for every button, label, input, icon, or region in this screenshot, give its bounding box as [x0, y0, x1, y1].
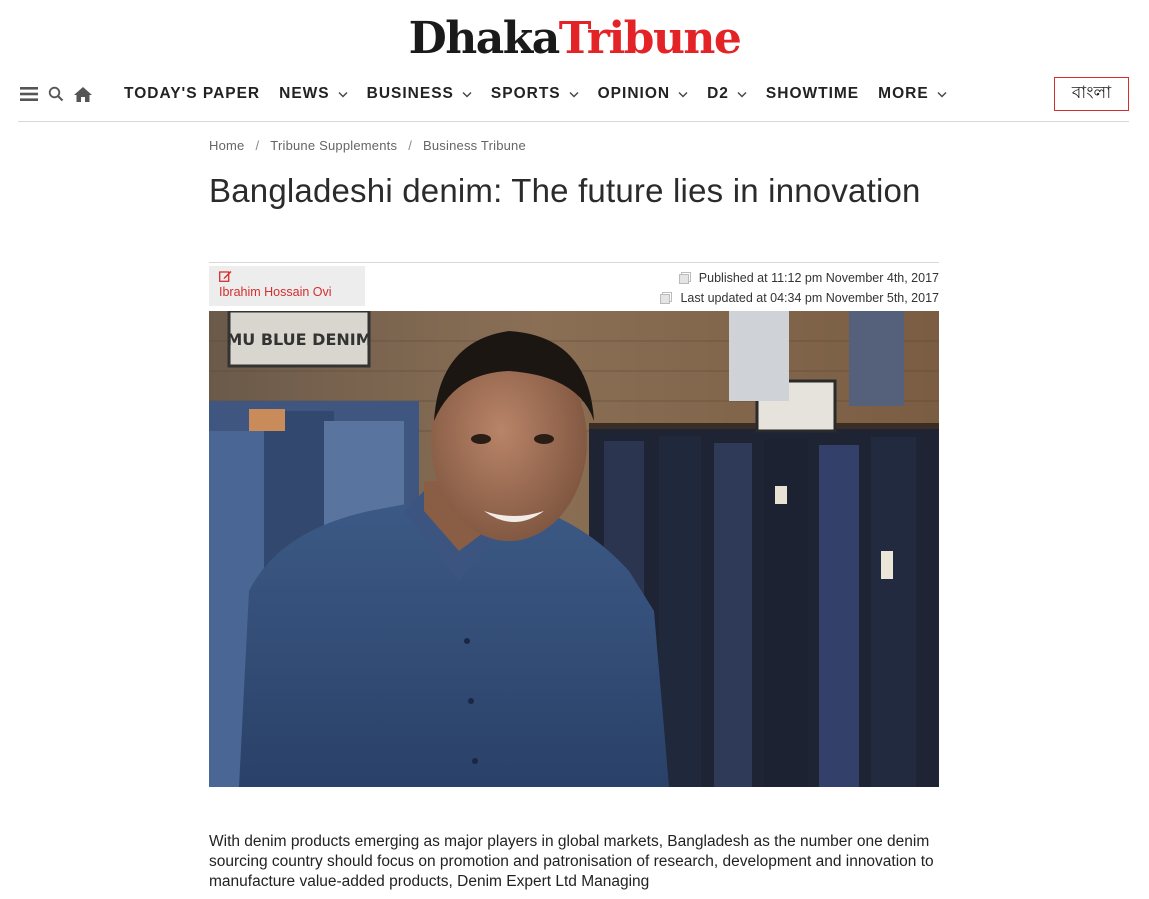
main-nav: TODAY'S PAPER NEWS BUSINESS SPORTS OPINI…	[18, 76, 1129, 112]
updated-line: Last updated at 04:34 pm November 5th, 2…	[660, 288, 939, 308]
chevron-down-icon	[737, 91, 747, 98]
breadcrumb-separator: /	[408, 138, 412, 153]
logo-dhaka: Dhaka	[408, 13, 561, 64]
breadcrumb-business-tribune[interactable]: Business Tribune	[423, 138, 526, 153]
nav-item-showtime[interactable]: SHOWTIME	[766, 85, 859, 103]
article-meta: Published at 11:12 pm November 4th, 2017…	[660, 268, 939, 308]
logo-tribune: Tribune	[558, 13, 742, 64]
nav-item-d2[interactable]: D2	[707, 85, 747, 103]
nav-item-sports[interactable]: SPORTS	[491, 85, 579, 103]
calendar-icon	[660, 292, 673, 304]
nav-item-more[interactable]: MORE	[878, 85, 947, 103]
menu-icon[interactable]	[18, 83, 40, 105]
site-logo[interactable]: DhakaTribune	[0, 14, 1149, 64]
nav-item-opinion[interactable]: OPINION	[598, 85, 688, 103]
hero-sign-text: MU BLUE DENIM	[226, 330, 371, 349]
updated-date: Last updated at 04:34 pm November 5th, 2…	[680, 291, 939, 305]
home-icon[interactable]	[72, 83, 94, 105]
chevron-down-icon	[462, 91, 472, 98]
nav-item-news[interactable]: NEWS	[279, 85, 348, 103]
chevron-down-icon	[937, 91, 947, 98]
chevron-down-icon	[338, 91, 348, 98]
title-divider	[209, 262, 939, 263]
chevron-down-icon	[678, 91, 688, 98]
edit-pen-icon	[219, 269, 365, 283]
nav-divider	[18, 121, 1129, 122]
bangla-language-button[interactable]: বাংলা	[1054, 77, 1129, 111]
article-body-paragraph: With denim products emerging as major pl…	[209, 833, 934, 890]
search-icon[interactable]	[45, 83, 67, 105]
article-title: Bangladeshi denim: The future lies in in…	[209, 172, 921, 209]
nav-item-todays-paper[interactable]: TODAY'S PAPER	[124, 85, 260, 103]
author-name[interactable]: Ibrahim Hossain Ovi	[219, 285, 365, 299]
breadcrumb: Home / Tribune Supplements / Business Tr…	[209, 138, 526, 153]
article-hero-image: MU BLUE DENIM	[209, 311, 939, 787]
published-date: Published at 11:12 pm November 4th, 2017	[698, 271, 939, 285]
nav-item-business[interactable]: BUSINESS	[367, 85, 472, 103]
author-box: Ibrahim Hossain Ovi	[209, 266, 365, 306]
nav-menu: TODAY'S PAPER NEWS BUSINESS SPORTS OPINI…	[124, 85, 966, 103]
calendar-icon	[678, 272, 691, 284]
published-line: Published at 11:12 pm November 4th, 2017	[660, 268, 939, 288]
breadcrumb-tribune-supplements[interactable]: Tribune Supplements	[270, 138, 397, 153]
breadcrumb-separator: /	[255, 138, 260, 153]
chevron-down-icon	[569, 91, 579, 98]
breadcrumb-home[interactable]: Home	[209, 138, 244, 153]
hero-photo: MU BLUE DENIM	[209, 311, 939, 787]
